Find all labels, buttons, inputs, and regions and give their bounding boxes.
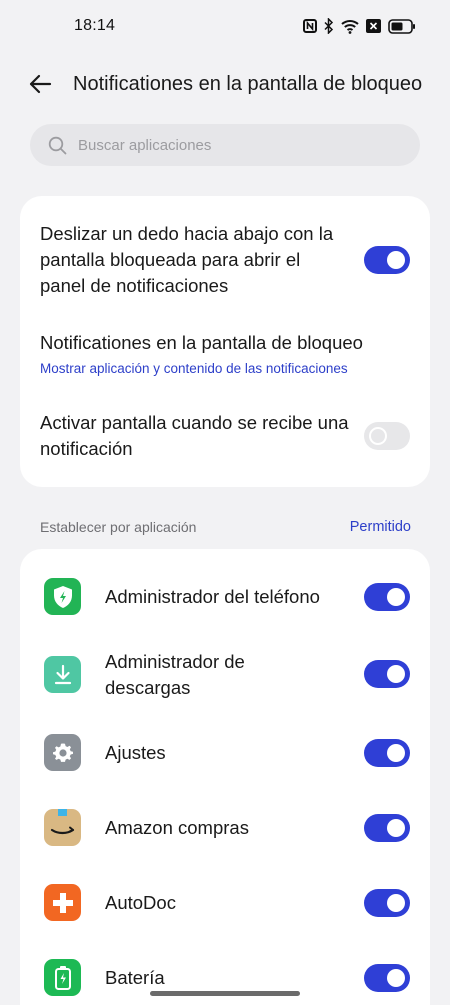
app-name: Administrador del teléfono (105, 586, 320, 607)
header: Notificationes en la pantalla de bloqueo (0, 62, 450, 106)
apps-card: Administrador del teléfono Administrador… (20, 549, 430, 1005)
app-row-settings[interactable]: Ajustes (20, 723, 430, 783)
toggle-app-battery[interactable] (364, 964, 410, 992)
home-indicator[interactable] (150, 991, 300, 996)
search-input[interactable] (78, 136, 378, 154)
app-name: Batería (105, 967, 165, 988)
app-row-download-manager[interactable]: Administrador de descargas (20, 644, 430, 706)
status-bar: 18:14 (0, 0, 450, 52)
status-time: 18:14 (74, 17, 116, 34)
app-row-autodoc[interactable]: AutoDoc (20, 873, 430, 933)
search-icon (48, 136, 67, 154)
page-title: Notificationes en la pantalla de bloqueo (73, 73, 423, 95)
app-name: AutoDoc (105, 892, 176, 913)
battery-icon (44, 959, 81, 996)
wifi-icon (341, 19, 359, 34)
bluetooth-icon (324, 18, 334, 34)
no-sim-icon (366, 19, 381, 33)
permitted-filter-link[interactable]: Permitido (350, 519, 411, 535)
toggle-app-download-manager[interactable] (364, 660, 410, 688)
toggle-app-phone-manager[interactable] (364, 583, 410, 611)
setting-swipe-down[interactable]: Deslizar un dedo hacia abajo con la pant… (40, 221, 410, 301)
nfc-icon (303, 19, 317, 33)
autodoc-icon (44, 884, 81, 921)
app-name: Administrador de descargas (105, 651, 245, 698)
download-manager-icon (44, 656, 81, 693)
toggle-app-autodoc[interactable] (364, 889, 410, 917)
app-row-amazon[interactable]: Amazon compras (20, 798, 430, 858)
apps-section-label: Establecer por aplicación (40, 519, 197, 535)
toggle-app-settings[interactable] (364, 739, 410, 767)
toggle-swipe-down[interactable] (364, 246, 410, 274)
app-row-phone-manager[interactable]: Administrador del teléfono (20, 567, 430, 627)
phone-manager-icon (44, 578, 81, 615)
battery-status-icon (388, 18, 416, 34)
back-arrow-icon (29, 74, 52, 94)
toggle-app-amazon[interactable] (364, 814, 410, 842)
app-name: Amazon compras (105, 817, 249, 838)
app-name: Ajustes (105, 742, 166, 763)
settings-card: Deslizar un dedo hacia abajo con la pant… (20, 196, 430, 487)
amazon-icon (44, 809, 81, 846)
status-icons (303, 16, 416, 36)
app-row-battery[interactable]: Batería (20, 948, 430, 1005)
setting-lock-screen-title: Notificationes en la pantalla de bloqueo (40, 332, 363, 353)
back-button[interactable] (24, 70, 56, 98)
setting-swipe-down-title: Deslizar un dedo hacia abajo con la pant… (40, 223, 334, 296)
setting-wake-screen-title: Activar pantalla cuando se recibe una no… (40, 412, 349, 459)
apps-section-header: Establecer por aplicación Permitido (40, 519, 411, 539)
search-bar[interactable] (30, 124, 420, 166)
setting-lock-screen-notifications[interactable]: Notificationes en la pantalla de bloqueo… (40, 330, 410, 380)
setting-lock-screen-subtitle: Mostrar aplicación y contenido de las no… (40, 361, 348, 376)
toggle-wake-screen[interactable] (364, 422, 410, 450)
settings-gear-icon (44, 734, 81, 771)
setting-wake-screen[interactable]: Activar pantalla cuando se recibe una no… (40, 410, 410, 464)
